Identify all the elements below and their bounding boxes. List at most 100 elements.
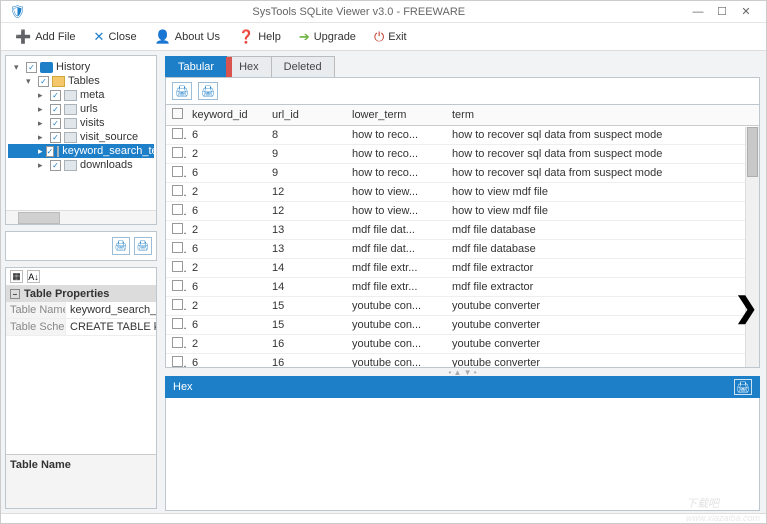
help-button[interactable]: ❓Help xyxy=(230,26,289,48)
toolbar: ➕Add File ✕Close 👤About Us ❓Help ➔Upgrad… xyxy=(1,23,766,51)
row-checkbox[interactable] xyxy=(172,299,183,310)
properties-grid: Table Namekeyword_search_termsTable Sche… xyxy=(6,302,156,336)
maximize-button[interactable]: ☐ xyxy=(710,5,734,18)
table-row[interactable]: 29how to reco...how to recover sql data … xyxy=(166,145,759,164)
row-checkbox[interactable] xyxy=(172,185,183,196)
tree-checkbox[interactable]: ✓ xyxy=(50,118,61,129)
expand-icon: ▾ xyxy=(14,62,23,73)
tree-item[interactable]: ▸✓visits xyxy=(8,116,154,130)
cell-lower-term: mdf file dat... xyxy=(346,221,446,240)
hex-header-label: Hex xyxy=(173,381,193,393)
cell-url-id: 13 xyxy=(266,221,346,240)
splitter[interactable]: • ▲ ▼ • xyxy=(165,368,760,376)
about-us-button[interactable]: 👤About Us xyxy=(147,26,228,48)
select-all-checkbox[interactable] xyxy=(172,108,183,119)
tree-item[interactable]: ▾✓History xyxy=(8,60,154,74)
table-row[interactable]: 614mdf file extr...mdf file extractor xyxy=(166,278,759,297)
row-checkbox[interactable] xyxy=(172,356,183,367)
prop-categorize-button[interactable]: ▦ xyxy=(10,270,23,283)
minimize-button[interactable]: — xyxy=(686,6,710,18)
cell-lower-term: youtube con... xyxy=(346,354,446,369)
row-checkbox[interactable] xyxy=(172,337,183,348)
cell-keyword-id: 6 xyxy=(186,278,266,297)
add-file-button[interactable]: ➕Add File xyxy=(7,26,84,48)
cell-url-id: 13 xyxy=(266,240,346,259)
property-row[interactable]: Table SchemaCREATE TABLE keyword_search_… xyxy=(6,319,156,336)
close-icon: ✕ xyxy=(94,29,105,45)
tree-item[interactable]: ▸✓urls xyxy=(8,102,154,116)
close-button[interactable]: ✕Close xyxy=(86,26,145,48)
cell-lower-term: how to reco... xyxy=(346,164,446,183)
cell-term: how to recover sql data from suspect mod… xyxy=(446,126,759,145)
tab-deleted[interactable]: Deleted xyxy=(271,56,335,77)
properties-description: Table Name xyxy=(6,454,156,508)
tree-item[interactable]: ▸✓downloads xyxy=(8,158,154,172)
export-btn-1[interactable]: 🖨 xyxy=(172,82,192,100)
property-row[interactable]: Table Namekeyword_search_terms xyxy=(6,302,156,319)
table-row[interactable]: 615youtube con...youtube converter xyxy=(166,316,759,335)
hex-export-button[interactable]: 🖨 xyxy=(734,379,752,395)
tree-item[interactable]: ▸✓visit_source xyxy=(8,130,154,144)
row-checkbox[interactable] xyxy=(172,128,183,139)
table-row[interactable]: 612how to view...how to view mdf file xyxy=(166,202,759,221)
tree-item[interactable]: ▸✓meta xyxy=(8,88,154,102)
cell-term: youtube converter xyxy=(446,316,759,335)
tab-deleted-label: Deleted xyxy=(284,61,322,73)
cell-lower-term: how to reco... xyxy=(346,145,446,164)
tree-checkbox[interactable]: ✓ xyxy=(46,146,55,157)
tree-label: visit_source xyxy=(80,131,138,143)
table-row[interactable]: 215youtube con...youtube converter xyxy=(166,297,759,316)
tree-checkbox[interactable]: ✓ xyxy=(50,160,61,171)
table-row[interactable]: 213mdf file dat...mdf file database xyxy=(166,221,759,240)
table-row[interactable]: 216youtube con...youtube converter xyxy=(166,335,759,354)
row-checkbox[interactable] xyxy=(172,318,183,329)
row-checkbox[interactable] xyxy=(172,261,183,272)
table-row[interactable]: 616youtube con...youtube converter xyxy=(166,354,759,369)
table-vscrollbar[interactable] xyxy=(745,127,759,367)
tree-item[interactable]: ▸✓keyword_search_terms xyxy=(8,144,154,158)
export-btn-2[interactable]: 🖨 xyxy=(198,82,218,100)
tree-checkbox[interactable]: ✓ xyxy=(26,62,37,73)
row-checkbox[interactable] xyxy=(172,223,183,234)
tree-checkbox[interactable]: ✓ xyxy=(50,90,61,101)
close-window-button[interactable]: ✕ xyxy=(734,5,758,18)
table-row[interactable]: 68how to reco...how to recover sql data … xyxy=(166,126,759,145)
table-row[interactable]: 69how to reco...how to recover sql data … xyxy=(166,164,759,183)
footer xyxy=(1,513,766,523)
column-header[interactable]: keyword_id xyxy=(186,105,266,126)
column-header[interactable]: term xyxy=(446,105,759,126)
tree-item[interactable]: ▾✓Tables xyxy=(8,74,154,88)
table-row[interactable]: 214mdf file extr...mdf file extractor xyxy=(166,259,759,278)
row-checkbox[interactable] xyxy=(172,242,183,253)
cell-term: how to recover sql data from suspect mod… xyxy=(446,164,759,183)
tree-checkbox[interactable]: ✓ xyxy=(38,76,49,87)
row-checkbox[interactable] xyxy=(172,166,183,177)
mid-toolbar: 🖨 🖨 xyxy=(5,231,157,261)
upgrade-button[interactable]: ➔Upgrade xyxy=(291,26,364,48)
tab-hex[interactable]: Hex xyxy=(226,56,272,77)
column-header[interactable]: url_id xyxy=(266,105,346,126)
tool-btn-1[interactable]: 🖨 xyxy=(112,237,130,255)
tree-checkbox[interactable]: ✓ xyxy=(50,132,61,143)
cell-keyword-id: 2 xyxy=(186,335,266,354)
about-label: About Us xyxy=(175,31,220,43)
tab-hex-label: Hex xyxy=(239,61,259,73)
row-checkbox[interactable] xyxy=(172,147,183,158)
table-row[interactable]: 613mdf file dat...mdf file database xyxy=(166,240,759,259)
tree-label: keyword_search_terms xyxy=(62,145,156,157)
cell-lower-term: youtube con... xyxy=(346,297,446,316)
properties-category[interactable]: – Table Properties xyxy=(6,286,156,302)
prop-sort-button[interactable]: A↓ xyxy=(27,270,40,283)
tree[interactable]: ▾✓History▾✓Tables▸✓meta▸✓urls▸✓visits▸✓v… xyxy=(6,56,156,210)
table-row[interactable]: 212how to view...how to view mdf file xyxy=(166,183,759,202)
tree-checkbox[interactable]: ✓ xyxy=(50,104,61,115)
cell-keyword-id: 6 xyxy=(186,240,266,259)
exit-button[interactable]: ⏻Exit xyxy=(366,26,415,48)
row-checkbox[interactable] xyxy=(172,280,183,291)
column-header[interactable]: lower_term xyxy=(346,105,446,126)
row-checkbox[interactable] xyxy=(172,204,183,215)
tool-btn-2[interactable]: 🖨 xyxy=(134,237,152,255)
tab-tabular[interactable]: Tabular xyxy=(165,56,227,77)
cell-url-id: 9 xyxy=(266,164,346,183)
tree-hscrollbar[interactable] xyxy=(6,210,156,224)
